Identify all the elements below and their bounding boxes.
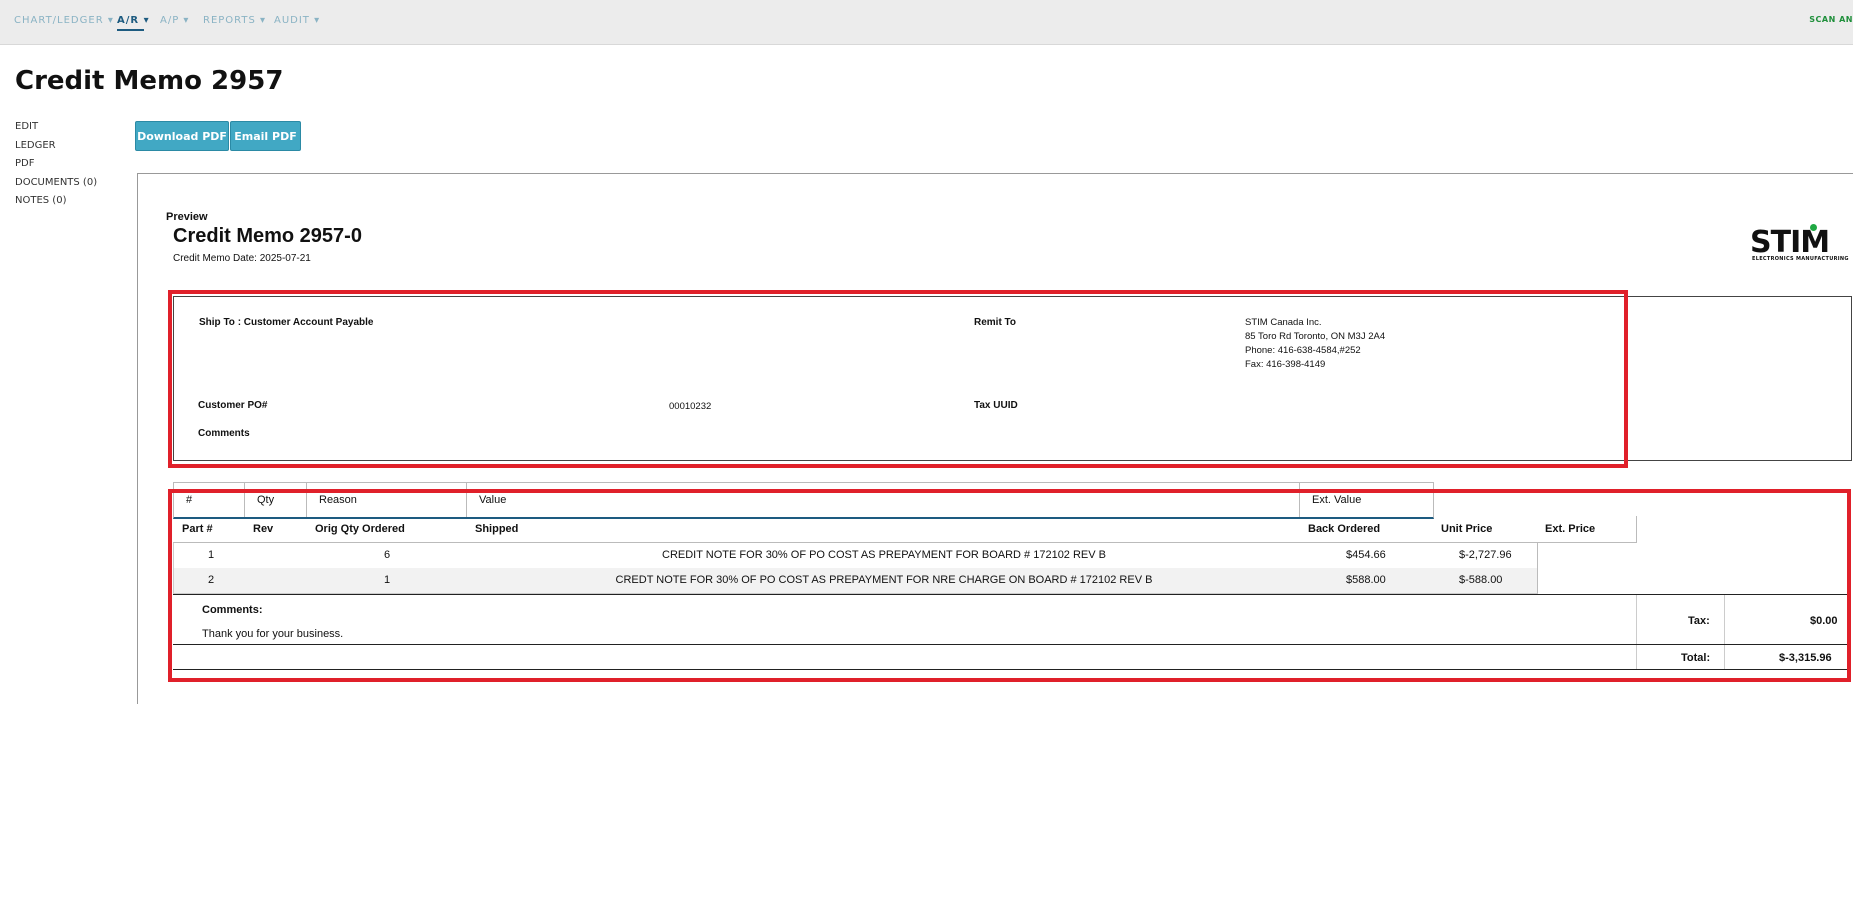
- row-ext-price: $-588.00: [1459, 574, 1503, 586]
- customer-po-label: Customer PO#: [198, 400, 268, 411]
- comments-label: Comments: [198, 428, 250, 439]
- row-ext-price: $-2,727.96: [1459, 549, 1512, 561]
- reason-th-ext-value: Ext. Value: [1312, 494, 1362, 506]
- totals-section: Comments: Thank you for your business. T…: [173, 594, 1850, 670]
- logo-text: STIM: [1750, 225, 1830, 260]
- remit-line-4: Fax: 416-398-4149: [1245, 359, 1326, 370]
- email-pdf-button[interactable]: Email PDF: [230, 121, 301, 151]
- totals-comments-text: Thank you for your business.: [202, 628, 344, 640]
- tax-value: $0.00: [1810, 615, 1838, 627]
- totals-bottom-rule: [173, 669, 1850, 670]
- reason-th-reason: Reason: [307, 483, 467, 517]
- scan-link[interactable]: SCAN AN: [1809, 15, 1853, 24]
- document-title: Credit Memo 2957-0: [173, 225, 362, 247]
- reason-table-header: # Qty Reason Value Ext. Value: [173, 482, 1434, 519]
- th-part: Part #: [182, 523, 213, 535]
- customer-po-value: 00010232: [669, 401, 712, 412]
- document-date: Credit Memo Date: 2025-07-21: [173, 253, 311, 264]
- remit-line-2: 85 Toro Rd Toronto, ON M3J 2A4: [1245, 331, 1386, 342]
- th-back-ordered: Back Ordered: [1308, 523, 1381, 535]
- totals-mid-rule: [173, 644, 1850, 645]
- remit-line-1: STIM Canada Inc.: [1245, 317, 1322, 328]
- totals-top-rule: [173, 594, 1850, 595]
- total-value: $-3,315.96: [1779, 652, 1832, 664]
- nav-active-indicator: [117, 29, 144, 31]
- table-row: 1 6 CREDIT NOTE FOR 30% OF PO COST AS PR…: [173, 543, 1538, 569]
- sidebar-item-documents[interactable]: DOCUMENTS (0): [15, 177, 97, 196]
- reason-th-value: Value: [467, 483, 1300, 517]
- nav-audit[interactable]: AUDIT ▾: [274, 15, 320, 26]
- totals-comments-label: Comments:: [202, 604, 263, 616]
- tax-uuid-label: Tax UUID: [974, 400, 1018, 411]
- reason-th-number: #: [174, 483, 245, 517]
- sidebar: EDIT LEDGER PDF DOCUMENTS (0) NOTES (0): [15, 121, 97, 214]
- items-table-header: Part # Rev Orig Qty Ordered Shipped Back…: [173, 516, 1637, 543]
- remit-to-label: Remit To: [974, 317, 1017, 328]
- ship-to-label: Ship To : Customer Account Payable: [199, 317, 374, 328]
- tax-label: Tax:: [1688, 615, 1710, 627]
- total-label: Total:: [1681, 652, 1711, 664]
- nav-chart-ledger[interactable]: CHART/LEDGER ▾: [14, 15, 114, 26]
- totals-divider-1: [1636, 595, 1637, 670]
- th-orig-qty: Orig Qty Ordered: [315, 523, 405, 535]
- company-logo: STIM ELECTRONICS MANUFACTURING: [1750, 224, 1853, 264]
- th-shipped: Shipped: [475, 523, 519, 535]
- download-pdf-button[interactable]: Download PDF: [135, 121, 229, 151]
- nav-ar[interactable]: A/R ▾: [117, 15, 150, 26]
- sidebar-item-notes[interactable]: NOTES (0): [15, 195, 97, 214]
- preview-label: Preview: [166, 211, 208, 223]
- remit-line-3: Phone: 416-638-4584,#252: [1245, 345, 1361, 356]
- th-ext-price: Ext. Price: [1545, 523, 1596, 535]
- top-nav: CHART/LEDGER ▾ A/R ▾ A/P ▾ REPORTS ▾ AUD…: [0, 0, 1853, 45]
- nav-reports[interactable]: REPORTS ▾: [203, 15, 266, 26]
- row-unit-price: $454.66: [1346, 549, 1386, 561]
- page-title: Credit Memo 2957: [15, 66, 284, 96]
- sidebar-item-ledger[interactable]: LEDGER: [15, 140, 97, 159]
- totals-divider-2: [1724, 595, 1725, 670]
- table-row: 2 1 CREDT NOTE FOR 30% OF PO COST AS PRE…: [173, 568, 1538, 594]
- logo-subtitle: ELECTRONICS MANUFACTURING: [1752, 256, 1849, 262]
- th-rev: Rev: [253, 523, 274, 535]
- info-box: Ship To : Customer Account Payable Remit…: [173, 296, 1852, 461]
- row-unit-price: $588.00: [1346, 574, 1386, 586]
- sidebar-item-pdf[interactable]: PDF: [15, 158, 97, 177]
- th-unit-price: Unit Price: [1441, 523, 1493, 535]
- nav-ap[interactable]: A/P ▾: [160, 15, 189, 26]
- reason-th-qty: Qty: [245, 483, 307, 517]
- sidebar-item-edit[interactable]: EDIT: [15, 121, 97, 140]
